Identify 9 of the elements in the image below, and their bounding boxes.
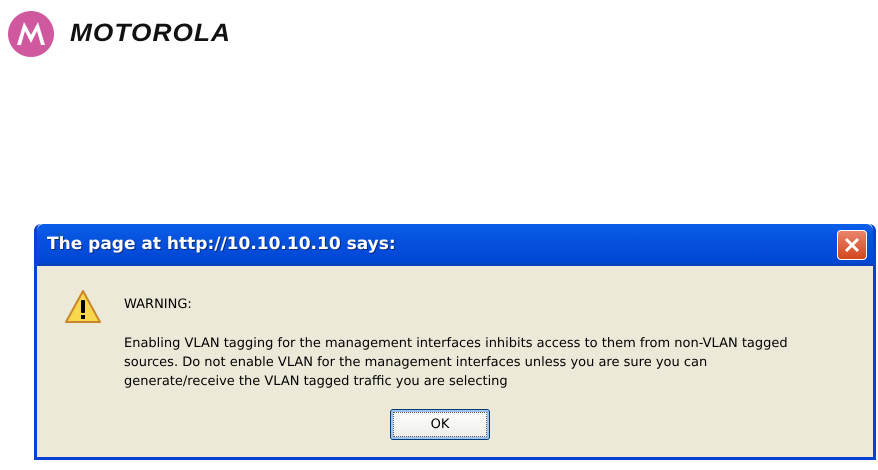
warning-heading: WARNING:: [124, 296, 193, 314]
ok-button[interactable]: OK: [390, 409, 490, 440]
window-title: The page at http://10.10.10.10 says:: [47, 233, 396, 256]
close-icon: [843, 236, 861, 254]
logo-text: MOTOROLA: [70, 18, 232, 50]
logo-icon: [8, 11, 54, 57]
warning-icon: [64, 289, 102, 325]
close-button[interactable]: [837, 230, 867, 260]
warning-message: Enabling VLAN tagging for the management interfaces inhibits access to them from non-VLAN tagged sources. Do not enable VLAN for the management interfaces unless you are sure you can generate/receive the VLAN tagged traffic you are selecting: [124, 335, 788, 391]
